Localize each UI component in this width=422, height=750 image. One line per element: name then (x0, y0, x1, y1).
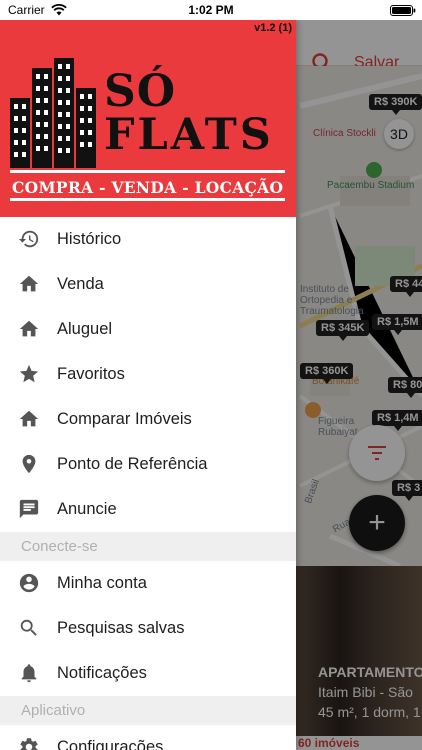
menu-item-label: Minha conta (57, 574, 147, 592)
history-icon (18, 230, 39, 248)
menu-item-label: Venda (57, 275, 104, 293)
clock: 1:02 PM (188, 3, 234, 17)
menu-item-minha-conta[interactable]: Minha conta (0, 561, 296, 606)
status-bar: Carrier 1:02 PM (0, 0, 422, 20)
menu-item-label: Notificações (57, 664, 147, 682)
menu-item-anuncie[interactable]: Anuncie (0, 487, 296, 532)
menu-item-pesquisas-salvas[interactable]: Pesquisas salvas (0, 606, 296, 651)
search-icon (20, 619, 37, 636)
menu-item-label: Aluguel (57, 320, 113, 338)
menu-item-aluguel[interactable]: Aluguel (0, 307, 296, 352)
menu-item-label: Anuncie (57, 500, 117, 518)
brand-tagline: COMPRA - VENDA - LOCAÇÃO (12, 178, 284, 197)
menu-item-configuracoes[interactable]: Configurações (0, 725, 296, 750)
menu-item-notificacoes[interactable]: Notificações (0, 651, 296, 696)
section-header-account: Conecte-se (0, 532, 296, 561)
menu-item-favoritos[interactable]: Favoritos (0, 352, 296, 397)
menu-item-comparar[interactable]: Comparar Imóveis (0, 397, 296, 442)
chat-icon (19, 499, 39, 519)
drawer-header: v1.2 (1) SÓ FLATS COMPRA - VENDA - LOCAÇ… (0, 20, 296, 217)
menu-item-label: Favoritos (57, 365, 125, 383)
section-header-app: Aplicativo (0, 696, 296, 725)
divider (10, 170, 285, 173)
divider (10, 198, 285, 201)
menu-item-label: Comparar Imóveis (57, 410, 192, 428)
version-label: v1.2 (1) (254, 22, 292, 34)
star-icon (19, 364, 39, 383)
home-icon (19, 320, 39, 337)
account-icon (19, 573, 39, 593)
menu-item-historico[interactable]: Histórico (0, 217, 296, 262)
drawer-menu: Histórico Venda Aluguel Favoritos Compar… (0, 217, 296, 750)
brand-name-sub: FLATS (104, 110, 274, 160)
battery-icon (390, 5, 416, 16)
navigation-drawer: v1.2 (1) SÓ FLATS COMPRA - VENDA - LOCAÇ… (0, 20, 296, 750)
menu-item-label: Configurações (57, 738, 164, 750)
bell-icon (21, 664, 37, 683)
menu-item-label: Ponto de Referência (57, 455, 208, 473)
brand-logo: SÓ FLATS COMPRA - VENDA - LOCAÇÃO (10, 58, 290, 208)
section-title: Aplicativo (21, 702, 86, 719)
menu-item-label: Pesquisas salvas (57, 619, 185, 637)
home-icon (19, 410, 39, 427)
gear-icon (20, 738, 38, 750)
menu-item-label: Histórico (57, 230, 122, 248)
menu-item-ponto-referencia[interactable]: Ponto de Referência (0, 442, 296, 487)
buildings-icon (10, 58, 96, 168)
menu-item-venda[interactable]: Venda (0, 262, 296, 307)
section-title: Conecte-se (21, 538, 98, 555)
location-pin-icon (22, 454, 36, 474)
home-icon (19, 275, 39, 292)
